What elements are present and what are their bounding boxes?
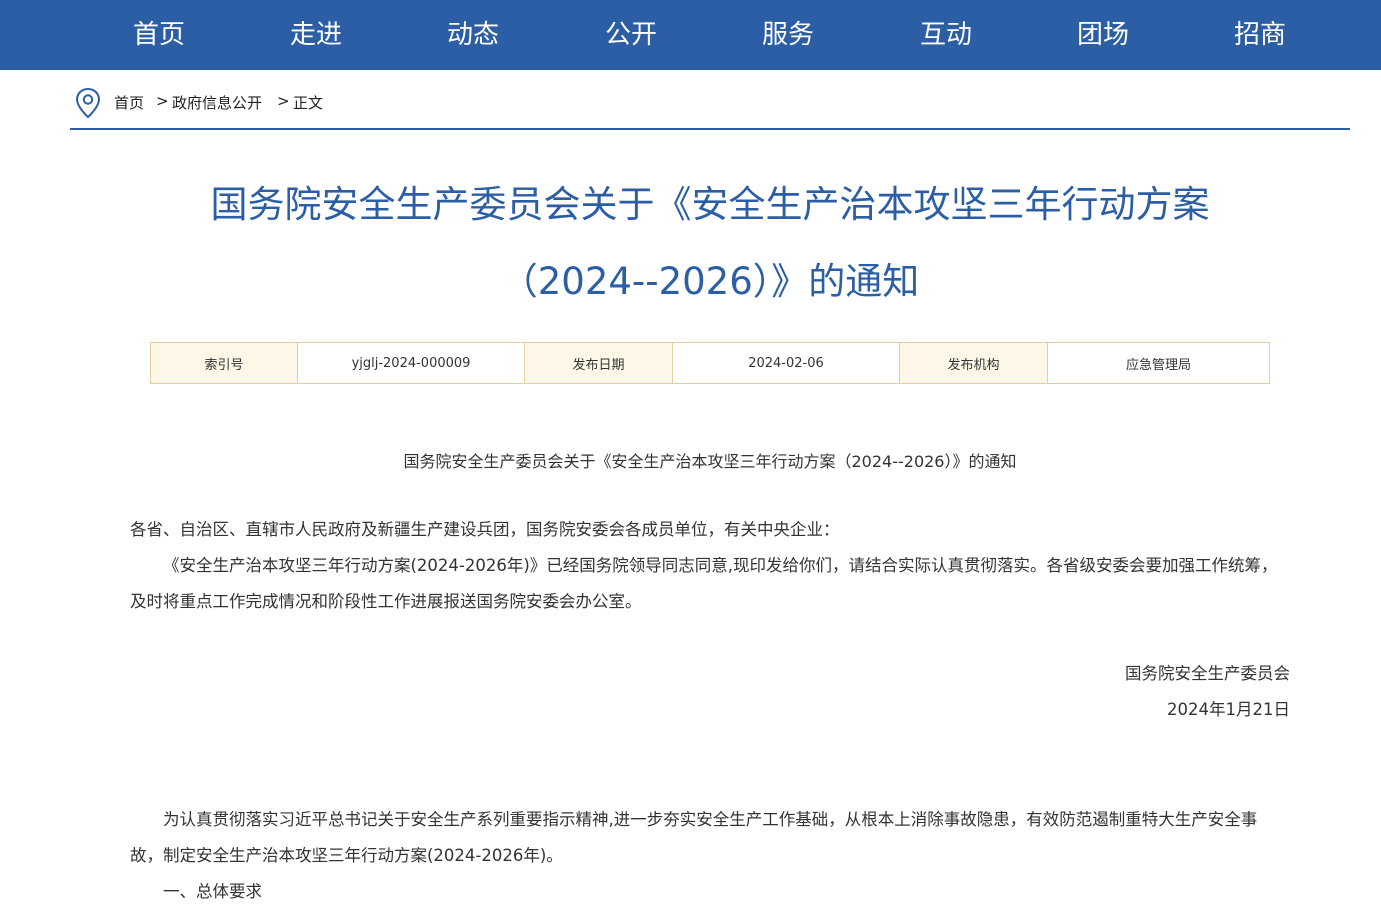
nav-item-interaction[interactable]: 互动 [886,0,1006,70]
article-salutation: 各省、自治区、直辖市人民政府及新疆生产建设兵团，国务院安委会各成员单位，有关中央… [130,520,840,539]
nav-item-news[interactable]: 动态 [413,0,533,70]
breadcrumb-current: 正文 [293,94,324,112]
breadcrumb-separator: > [156,92,169,110]
meta-date-label: 发布日期 [524,342,673,384]
article-section-heading: 一、总体要求 [163,882,262,901]
breadcrumb-home-link[interactable]: 首页 [114,92,144,113]
article-sign-date: 2024年1月21日 [1167,700,1290,719]
nav-item-regiment[interactable]: 团场 [1043,0,1163,70]
page-title-line-1: 国务院安全生产委员会关于《安全生产治本攻坚三年行动方案 [210,183,1210,226]
article-paragraph: 为认真贯彻落实习近平总书记关于安全生产系列重要指示精神,进一步夯实安全生产工作基… [130,810,1258,865]
article-subtitle: 国务院安全生产委员会关于《安全生产治本攻坚三年行动方案（2024--2026）》… [403,452,1017,471]
meta-org-value: 应急管理局 [1047,342,1270,384]
nav-item-investment[interactable]: 招商 [1200,0,1320,70]
article-signature: 国务院安全生产委员会 [1125,664,1290,683]
meta-org-label: 发布机构 [899,342,1048,384]
nav-item-home[interactable]: 首页 [99,0,219,70]
breadcrumb-separator: > [277,92,290,110]
meta-index-value: yjglj-2024-000009 [297,342,525,384]
nav-item-service[interactable]: 服务 [728,0,848,70]
top-navigation: 首页 走进 动态 公开 服务 互动 团场 招商 [0,0,1381,70]
breadcrumb: 首页 > 政府信息公开 > 正文 [70,70,1350,130]
nav-item-public[interactable]: 公开 [571,0,691,70]
breadcrumb-gov-info-link[interactable]: 政府信息公开 [172,92,262,113]
meta-index-label: 索引号 [150,342,298,384]
document-meta-table: 索引号 yjglj-2024-000009 发布日期 2024-02-06 发布… [150,342,1270,384]
page-title-line-2: （2024--2026）》的通知 [500,260,920,303]
article-paragraph: 《安全生产治本攻坚三年行动方案(2024-2026年)》已经国务院领导同志同意,… [130,556,1278,611]
meta-date-value: 2024-02-06 [672,342,900,384]
nav-item-about[interactable]: 走进 [256,0,376,70]
location-pin-icon [75,87,101,119]
